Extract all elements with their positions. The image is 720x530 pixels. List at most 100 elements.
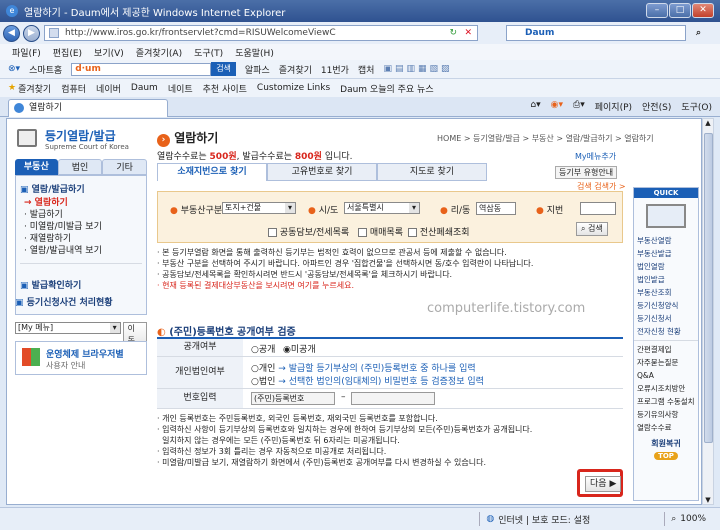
next-button[interactable]: 다음 ▶ [585, 476, 622, 492]
tab-address-search[interactable]: 소재지번으로 찾기 [157, 163, 267, 181]
quick-item[interactable]: 부동산조회 [634, 286, 698, 299]
toolbar-item-11st[interactable]: 11번가 [321, 63, 349, 76]
menu-case-status[interactable]: ▣ 등기신청사건 처리현황 [15, 295, 147, 308]
tab-map-search[interactable]: 지도로 찾기 [377, 163, 487, 181]
menu-item-view[interactable]: → 열람하기 [24, 197, 146, 209]
magnifier-icon: ⌕ [581, 224, 589, 233]
fav-item[interactable]: Customize Links [257, 83, 330, 93]
quick-item[interactable]: 부동산열람 [634, 234, 698, 247]
quick-item[interactable]: 간편결제입 [634, 343, 698, 356]
menu-item-review[interactable]: · 재열람하기 [24, 233, 146, 245]
fav-item[interactable]: 네이트 [168, 82, 193, 95]
quick-item[interactable]: 자주묻는질문 [634, 356, 698, 369]
quick-item[interactable]: 법인발급 [634, 273, 698, 286]
menu-item-unviewed[interactable]: · 미열람/미발급 보기 [24, 221, 146, 233]
my-menu-select[interactable]: [My 메뉴] [15, 322, 121, 334]
tab-unique-number-search[interactable]: 고유번호로 찾기 [267, 163, 377, 181]
zoom-icon[interactable]: ⌕ [671, 514, 676, 524]
check-sale-list[interactable]: 매매목록 [358, 225, 403, 238]
quick-item[interactable]: 등기신청양식 [634, 299, 698, 312]
toolbar-search-button[interactable]: 검색 [211, 62, 236, 76]
search-input[interactable]: Daum ⌕ [506, 25, 701, 41]
tools-menu[interactable]: 도구(O) [681, 100, 712, 113]
quick-item[interactable]: 프로그램 수동설치 [634, 395, 698, 408]
favorites-star-icon[interactable]: ★ [8, 83, 16, 93]
menu-help[interactable]: 도움말(H) [235, 46, 274, 59]
fav-item[interactable]: Daum 오늘의 주요 뉴스 [340, 82, 433, 95]
menu-header[interactable]: ▣ 열람/발급하기 [20, 182, 142, 195]
quick-item[interactable]: 등기유의사항 [634, 408, 698, 421]
toolbar-misc-icons[interactable]: ▣▤▥▦▧▨ [383, 64, 452, 74]
zoom-level[interactable]: 100% [680, 514, 706, 524]
radio-public[interactable]: ○공개 [251, 342, 275, 355]
quick-item[interactable]: 오류시조치방안 [634, 382, 698, 395]
my-menu-add-button[interactable]: My메뉴추가 [575, 151, 616, 162]
scroll-down-icon[interactable]: ▼ [703, 496, 713, 504]
quick-item[interactable]: 전자신청 현황 [634, 325, 698, 338]
menu-item-history[interactable]: · 열람/발급내역 보기 [24, 245, 146, 257]
scrollbar-thumb[interactable] [704, 133, 713, 443]
radio-individual[interactable]: ○개인 → 발급할 등기부상의 (주민)등록번호 중 하나를 입력 [251, 361, 476, 374]
toolbar-search-input[interactable]: d·um [71, 62, 212, 76]
quick-item[interactable]: 등기신청서 [634, 312, 698, 325]
fav-item[interactable]: 즐겨찾기 [18, 82, 51, 95]
registration-number-input-2[interactable] [351, 392, 435, 405]
tab-etc[interactable]: 기타 [102, 159, 148, 175]
back-button[interactable]: ◀ [3, 24, 20, 42]
toolbar-item-capture[interactable]: 캡처 [358, 63, 375, 76]
browser-tab[interactable]: 열람하기 [8, 99, 168, 117]
menu-item-issue[interactable]: · 발급하기 [24, 209, 146, 221]
fav-item[interactable]: 추천 사이트 [203, 82, 247, 95]
maximize-button[interactable]: □ [669, 3, 691, 18]
tab-real-estate[interactable]: 부동산 [15, 159, 58, 175]
forward-button[interactable]: ▶ [23, 24, 40, 42]
stop-icon[interactable]: ✕ [464, 28, 472, 38]
search-icon[interactable]: ⌕ [696, 26, 701, 40]
menu-favorites[interactable]: 즐겨찾기(A) [136, 46, 182, 59]
minimize-button[interactable]: – [646, 3, 668, 18]
quick-item[interactable]: 부동산발급 [634, 247, 698, 260]
search-button[interactable]: ⌕ 검색 [576, 222, 608, 236]
smart-home-link[interactable]: 스마트홈 [29, 63, 62, 76]
tab-corporation[interactable]: 법인 [57, 159, 103, 175]
os-browser-guide[interactable]: 운영체제 브라우저별 사용자 안내 [15, 341, 147, 375]
print-icon[interactable]: ⎙▾ [573, 100, 585, 113]
registration-number-input[interactable]: (주민)등록번호 [251, 392, 335, 405]
page-menu[interactable]: 페이지(P) [595, 100, 632, 113]
registry-type-guide[interactable]: 등기부 유형안내 [555, 166, 618, 179]
vertical-scrollbar[interactable]: ▲ ▼ [702, 118, 714, 505]
toolbar-item-alpas[interactable]: 알파스 [245, 63, 270, 76]
type-select[interactable]: 토지+건물 [222, 202, 296, 214]
radio-corporate[interactable]: ○법인 → 선택한 법인의(임대체의) 비밀번호 등 검증정보 입력 [251, 374, 484, 387]
sido-select[interactable]: 서울특별시 [344, 202, 420, 214]
home-icon[interactable]: ⌂▾ [530, 100, 540, 113]
feed-icon[interactable]: ◉▾ [551, 100, 563, 113]
url-input[interactable]: http://www.iros.go.kr/frontservlet?cmd=R… [44, 25, 478, 41]
daum-toolbar-icon[interactable]: ⊗▾ [8, 64, 20, 74]
menu-file[interactable]: 파일(F) [12, 46, 41, 59]
menu-view[interactable]: 보기(V) [94, 46, 124, 59]
menu-edit[interactable]: 편집(E) [53, 46, 82, 59]
safety-menu[interactable]: 안전(S) [642, 100, 671, 113]
fav-item[interactable]: 컴퓨터 [61, 82, 86, 95]
jibun-input[interactable] [580, 202, 616, 215]
close-button[interactable]: ✕ [692, 3, 714, 18]
notice-item[interactable]: · 현재 등록된 결제대상부동산을 보시려면 여기를 누르세요. [157, 280, 623, 291]
dong-input[interactable]: 역삼동 [476, 202, 516, 215]
check-joint-collateral[interactable]: 공동담보/전세목록 [268, 225, 349, 238]
tab-favicon [14, 103, 24, 113]
quick-item[interactable]: 열람수수료 [634, 421, 698, 434]
fav-item[interactable]: Daum [131, 83, 158, 93]
check-closed-records[interactable]: 전산폐쇄조회 [408, 225, 470, 238]
refresh-icon[interactable]: ↻ [449, 28, 457, 38]
menu-issue-confirm[interactable]: ▣ 발급확인하기 [20, 278, 142, 291]
menu-tools[interactable]: 도구(T) [194, 46, 223, 59]
toolbar-item-favorites[interactable]: 즐겨찾기 [279, 63, 312, 76]
scroll-up-icon[interactable]: ▲ [703, 119, 713, 127]
quick-item[interactable]: Q&A [634, 369, 698, 382]
fav-item[interactable]: 네이버 [96, 82, 121, 95]
radio-private[interactable]: ◉미공개 [283, 342, 316, 355]
quick-footer[interactable]: 회원복귀 [634, 438, 698, 449]
quick-item[interactable]: 법인열람 [634, 260, 698, 273]
top-button[interactable]: TOP [654, 452, 678, 460]
